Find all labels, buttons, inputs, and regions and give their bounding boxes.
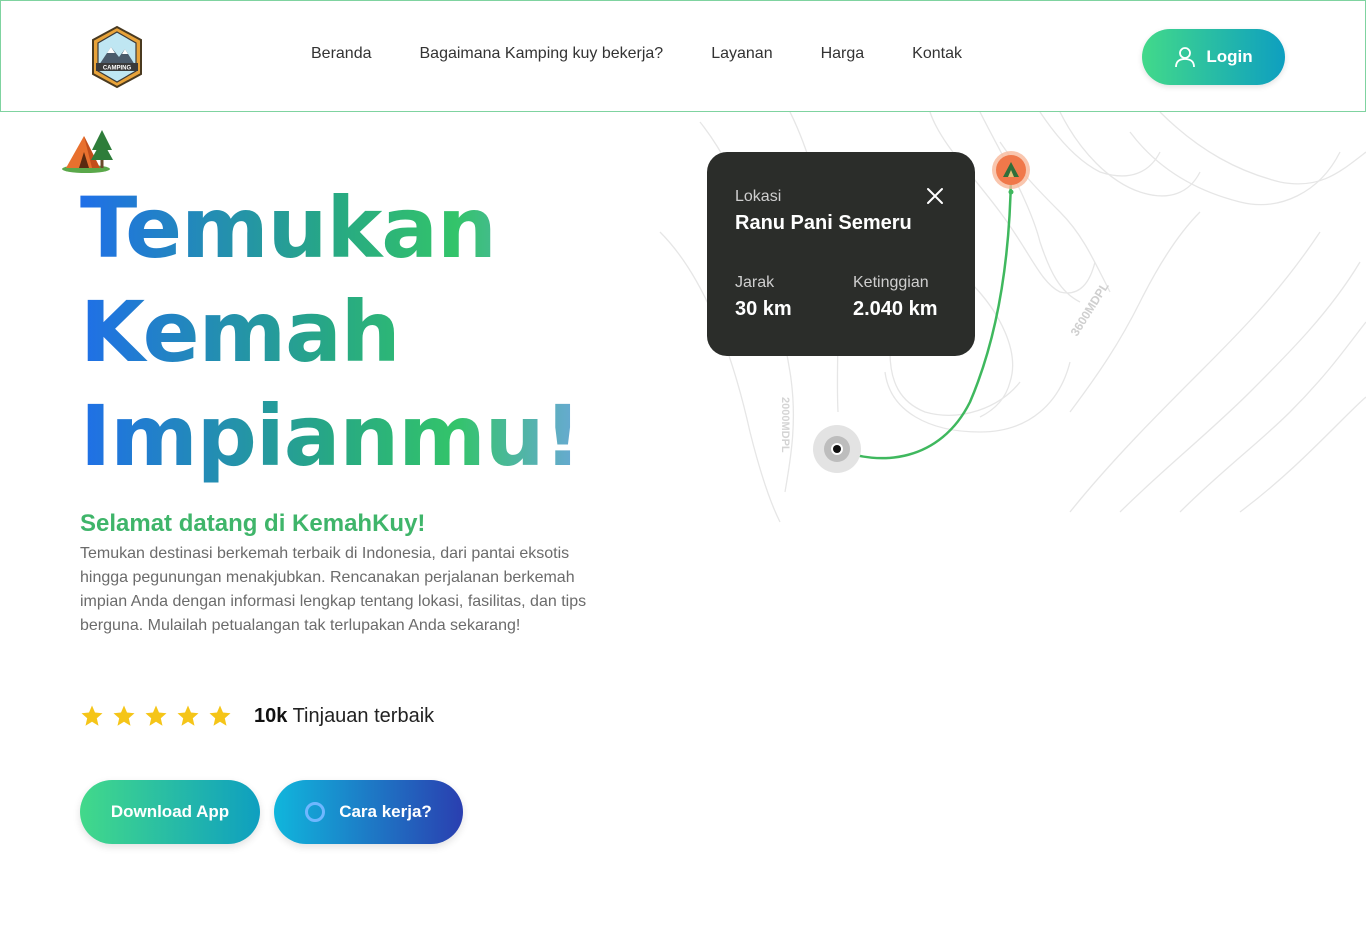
star-icon xyxy=(81,705,103,726)
site-header: CAMPING Beranda Bagaimana Kamping kuy be… xyxy=(0,0,1366,112)
nav-how-it-works[interactable]: Bagaimana Kamping kuy bekerja? xyxy=(420,43,664,65)
rating-count: 10k xyxy=(254,704,288,727)
contour-label-3600: 3600MDPL xyxy=(1068,280,1112,339)
tent-icon xyxy=(62,130,113,173)
location-value: Ranu Pani Semeru xyxy=(735,212,912,234)
altitude-value: 2.040 km xyxy=(853,298,938,320)
nav-harga[interactable]: Harga xyxy=(821,43,865,65)
rating-label: Tinjauan terbaik xyxy=(292,704,435,727)
download-app-button[interactable]: Download App xyxy=(80,780,260,844)
hero-title-line-2: Kemah xyxy=(80,280,581,384)
hero-title-line-3: Impianmu! xyxy=(80,384,582,488)
camping-logo-icon[interactable]: CAMPING xyxy=(89,25,145,89)
how-it-works-button[interactable]: Cara kerja? xyxy=(274,780,463,844)
star-icon xyxy=(145,705,167,726)
how-it-works-label: Cara kerja? xyxy=(339,802,432,821)
login-button[interactable]: Login xyxy=(1142,29,1285,85)
hero-description: Temukan destinasi berkemah terbaik di In… xyxy=(80,545,587,634)
destination-pin-icon[interactable] xyxy=(991,149,1031,197)
nav-kontak[interactable]: Kontak xyxy=(912,43,962,65)
star-icon xyxy=(113,705,135,726)
rating-text: 10k Tinjauan terbaik xyxy=(254,705,434,728)
star-icon xyxy=(177,705,199,726)
nav-beranda[interactable]: Beranda xyxy=(311,43,372,65)
close-icon[interactable] xyxy=(925,186,945,206)
contour-label-2000: 2000MDPL xyxy=(779,397,791,453)
hero-title-line-1: Temukan xyxy=(80,176,581,280)
ring-icon xyxy=(305,802,326,822)
star-icon xyxy=(209,705,231,726)
hero-title: Temukan Kemah Impianmu! xyxy=(80,176,582,488)
logo-text: CAMPING xyxy=(103,66,132,72)
welcome-heading: Selamat datang di KemahKuy! xyxy=(80,510,426,537)
altitude-label: Ketinggian xyxy=(853,274,929,291)
distance-label: Jarak xyxy=(735,274,775,291)
nav-layanan[interactable]: Layanan xyxy=(711,43,772,65)
location-card: Lokasi Ranu Pani Semeru Jarak 30 km Keti… xyxy=(707,152,975,356)
rating-row: 10k Tinjauan terbaik xyxy=(80,704,434,728)
start-point-icon[interactable] xyxy=(812,424,862,474)
main-nav: Beranda Bagaimana Kamping kuy bekerja? L… xyxy=(311,43,1010,65)
login-label: Login xyxy=(1206,47,1253,66)
distance-value: 30 km xyxy=(735,298,792,320)
location-label: Lokasi xyxy=(735,188,782,205)
user-icon xyxy=(1175,47,1196,68)
